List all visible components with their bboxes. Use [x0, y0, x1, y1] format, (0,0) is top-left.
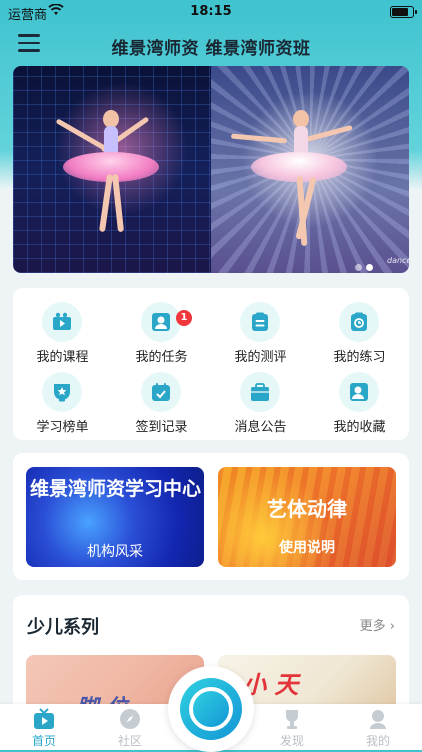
promo-section: 维景湾师资学习中心 机构风采 艺体动律 使用说明	[13, 453, 409, 580]
promo-left-subtitle: 机构风采	[87, 544, 143, 560]
promo-art-rhythm[interactable]: 艺体动律 使用说明	[218, 467, 396, 567]
task-user-icon	[152, 313, 170, 331]
quick-link-my-favorites[interactable]: 我的收藏	[310, 362, 409, 435]
tab-community[interactable]: 社区	[100, 708, 160, 749]
compass-icon	[120, 709, 140, 729]
notice-folder-icon	[251, 383, 269, 401]
quick-link-study-ranking[interactable]: 学习榜单	[13, 362, 112, 435]
battery-icon	[390, 6, 417, 18]
quick-link-my-practice[interactable]: 我的练习	[310, 292, 409, 365]
checkin-calendar-icon	[152, 383, 170, 401]
chevron-right-icon: ›	[389, 619, 395, 634]
quick-link-announcements[interactable]: 消息公告	[211, 362, 310, 435]
quick-link-my-courses[interactable]: 我的课程	[13, 292, 112, 365]
trophy-icon	[286, 710, 298, 729]
promo-learning-center[interactable]: 维景湾师资学习中心 机构风采	[26, 467, 204, 567]
profile-icon	[370, 710, 386, 729]
tab-home[interactable]: 首页	[14, 708, 74, 749]
center-action-button[interactable]	[168, 666, 254, 752]
banner-image-dancer-neon	[13, 66, 211, 273]
banner-watermark: dance	[387, 256, 409, 265]
promo-right-title: 艺体动律	[267, 497, 347, 521]
assessment-clipboard-icon	[252, 312, 268, 331]
status-bar: 运营商 18:15	[0, 0, 422, 24]
banner-image-dancer-light	[211, 66, 409, 273]
quick-link-my-assessments[interactable]: 我的测评	[211, 292, 310, 365]
quick-link-my-tasks[interactable]: 1 我的任务	[112, 292, 211, 365]
clock: 18:15	[190, 4, 232, 19]
ranking-medal-icon	[54, 384, 70, 402]
page-title: 维景湾师资 维景湾师资班	[111, 39, 311, 59]
more-link[interactable]: 更多 ›	[360, 615, 395, 634]
app-header: 维景湾师资 维景湾师资班	[0, 26, 422, 66]
banner-carousel[interactable]: dance	[13, 66, 409, 273]
promo-left-title: 维景湾师资学习中心	[30, 478, 202, 500]
promo-right-subtitle: 使用说明	[279, 540, 335, 556]
series-title: 少儿系列	[27, 617, 99, 638]
practice-clipboard-icon	[351, 312, 367, 331]
tab-profile[interactable]: 我的	[348, 708, 408, 749]
lens-icon	[180, 678, 242, 740]
home-play-icon	[34, 708, 54, 729]
carousel-indicator	[355, 256, 377, 271]
course-video-icon	[53, 312, 71, 330]
favorites-user-icon	[350, 383, 368, 401]
quick-links-card: 我的课程 1 我的任务 我的测评 我的练习 学习榜单 签到记录 消息公告 我的收…	[13, 288, 409, 440]
tab-discover[interactable]: 发现	[262, 708, 322, 749]
task-badge: 1	[176, 310, 192, 326]
quick-link-checkin-records[interactable]: 签到记录	[112, 362, 211, 435]
